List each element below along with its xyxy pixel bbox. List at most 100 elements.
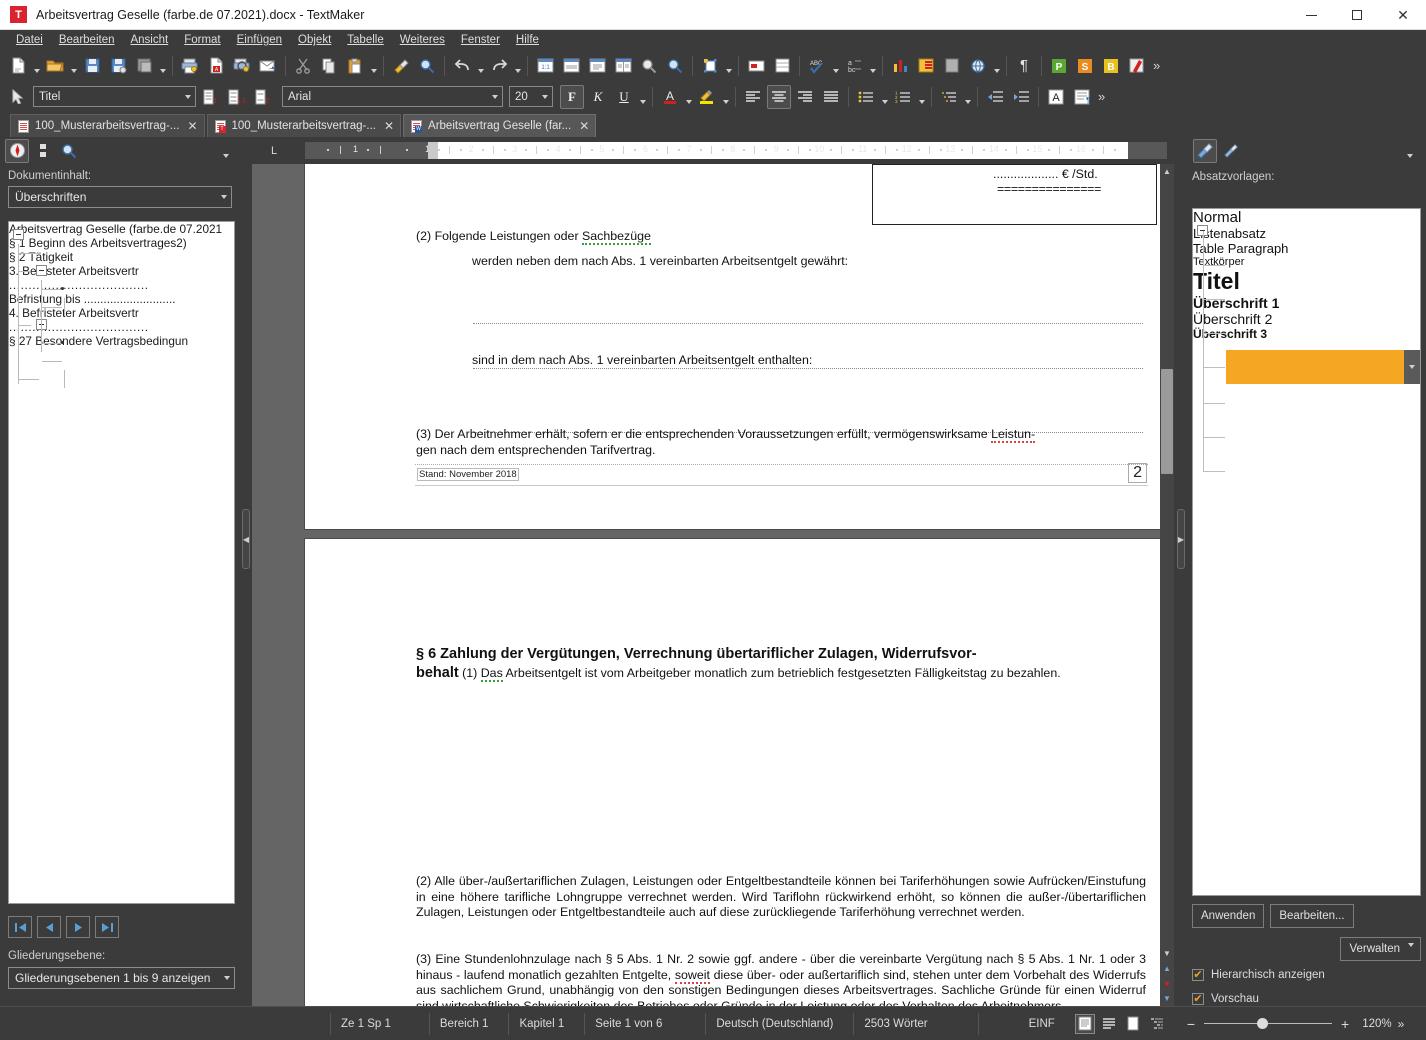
navigator-options-dropdown[interactable]: [220, 139, 231, 163]
view-mode-draft-button[interactable]: [1099, 1014, 1119, 1034]
zoom-whole-page-button[interactable]: [585, 54, 609, 78]
align-justify-button[interactable]: [819, 85, 843, 109]
insert-hyperlink-dropdown[interactable]: [991, 54, 1002, 78]
scroll-down-arrow-icon[interactable]: ▼: [1160, 946, 1174, 960]
zoom-two-pages-button[interactable]: [611, 54, 635, 78]
document-scroll-thumb[interactable]: [1161, 369, 1173, 474]
status-chapter[interactable]: Kapitel 1: [508, 1012, 574, 1035]
zoom-out-button[interactable]: −: [1187, 1016, 1195, 1032]
preview-checkbox[interactable]: ✔: [1192, 993, 1204, 1005]
thesaurus-button[interactable]: a bc: [842, 54, 866, 78]
go-previous-button[interactable]: [37, 916, 61, 938]
increase-indent-button[interactable]: [1009, 85, 1033, 109]
indent-marker-first-line[interactable]: [428, 142, 438, 159]
view-mode-normal-button[interactable]: [1074, 1013, 1095, 1034]
paragraph-styles-list[interactable]: Normal Listenabsatz Table Paragraph Textkör…: [1192, 208, 1421, 896]
italic-button[interactable]: K: [586, 85, 610, 109]
spellcheck-dropdown[interactable]: [830, 54, 841, 78]
go-first-button[interactable]: [8, 916, 32, 938]
zoom-slider-thumb[interactable]: [1257, 1018, 1269, 1029]
presentations-button[interactable]: P: [1047, 54, 1071, 78]
outline-level-combo[interactable]: Gliederungsebenen 1 bis 9 anzeigen: [8, 967, 235, 989]
zoom-100-button[interactable]: 1:1: [533, 54, 557, 78]
toolbar-overflow-button[interactable]: »: [1150, 58, 1163, 73]
character-format-button[interactable]: A: [1044, 85, 1068, 109]
paragraph-styles-tab-button[interactable]: [1193, 138, 1217, 163]
select-objects-button[interactable]: [6, 85, 30, 109]
redo-button[interactable]: [487, 54, 511, 78]
menu-format[interactable]: Format: [176, 32, 228, 48]
menu-ansicht[interactable]: Ansicht: [122, 32, 176, 48]
right-panel-splitter[interactable]: ▶: [1175, 164, 1187, 1006]
view-mode-page-button[interactable]: [1123, 1014, 1143, 1034]
outline-mode-dropdown-icon[interactable]: [221, 187, 227, 207]
print-preview-button[interactable]: [230, 54, 254, 78]
previous-page-icon[interactable]: ▲: [1160, 961, 1174, 975]
line-spacing-15-button[interactable]: 1.5: [225, 85, 249, 109]
document-tab-1[interactable]: 100_Musterarbeitsvertrag-... ✕: [10, 114, 205, 137]
print-button[interactable]: [178, 54, 202, 78]
highlight-color-button[interactable]: [695, 85, 719, 109]
document-structure-button[interactable]: [31, 139, 55, 163]
insert-hyperlink-button[interactable]: [966, 54, 990, 78]
paste-dropdown[interactable]: [368, 54, 379, 78]
close-button[interactable]: ✕: [1380, 0, 1426, 30]
save-all-button[interactable]: [132, 54, 156, 78]
formatting-marks-button[interactable]: ¶: [1012, 54, 1036, 78]
close-tab-2-icon[interactable]: ✕: [384, 119, 394, 133]
paragraph-style-dropdown-icon[interactable]: [180, 87, 195, 106]
scroll-up-arrow-icon[interactable]: ▲: [1160, 164, 1174, 178]
align-left-button[interactable]: [741, 85, 765, 109]
line-spacing-2-button[interactable]: 2: [251, 85, 275, 109]
menu-einfuegen[interactable]: Einfügen: [229, 32, 290, 48]
font-color-button[interactable]: A: [658, 85, 682, 109]
menu-objekt[interactable]: Objekt: [290, 32, 339, 48]
copy-button[interactable]: [317, 54, 341, 78]
underline-button[interactable]: U: [612, 85, 636, 109]
status-line-column[interactable]: Ze 1 Sp 1: [330, 1012, 401, 1035]
hierarchical-checkbox[interactable]: ✔: [1192, 969, 1204, 981]
cut-button[interactable]: [291, 54, 315, 78]
outline-level-dropdown-icon[interactable]: [224, 968, 230, 988]
insert-table-button[interactable]: [770, 54, 794, 78]
status-language[interactable]: Deutsch (Deutschland): [705, 1012, 843, 1035]
menu-bearbeiten[interactable]: Bearbeiten: [51, 32, 123, 48]
paste-button[interactable]: [343, 54, 367, 78]
underline-dropdown[interactable]: [637, 85, 648, 109]
manage-dropdown-icon[interactable]: [1408, 943, 1414, 959]
save-all-dropdown[interactable]: [157, 54, 168, 78]
thesaurus-dropdown[interactable]: [867, 54, 878, 78]
status-word-count[interactable]: 2503 Wörter: [853, 1012, 937, 1035]
menu-datei[interactable]: Datei: [8, 32, 51, 48]
right-panel-collapse-handle[interactable]: ▶: [1177, 509, 1185, 569]
insert-textframe-button[interactable]: [744, 54, 768, 78]
navigator-search-button[interactable]: [57, 139, 81, 163]
go-last-button[interactable]: [95, 916, 119, 938]
find-button[interactable]: [415, 54, 439, 78]
save-as-button[interactable]: [106, 54, 130, 78]
new-document-button[interactable]: [6, 54, 30, 78]
bold-button[interactable]: F: [560, 84, 584, 109]
open-folder-button[interactable]: [43, 54, 67, 78]
planmaker-button[interactable]: S: [1073, 54, 1097, 78]
bulleted-list-button[interactable]: [854, 85, 878, 109]
undo-button[interactable]: [450, 54, 474, 78]
navigator-compass-button[interactable]: [5, 138, 29, 163]
outline-mode-combo[interactable]: Überschriften: [8, 186, 232, 208]
align-right-button[interactable]: [793, 85, 817, 109]
next-page-icon[interactable]: ▼: [1160, 991, 1174, 1005]
align-center-button[interactable]: [767, 84, 791, 109]
manage-styles-button[interactable]: Verwalten: [1340, 937, 1421, 961]
paragraph-format-button[interactable]: ¶: [1070, 85, 1094, 109]
send-email-button[interactable]: [256, 54, 280, 78]
menu-hilfe[interactable]: Hilfe: [508, 32, 547, 48]
document-page-1[interactable]: ................... € /Std. ============…: [305, 164, 1161, 529]
document-canvas[interactable]: ................... € /Std. ============…: [252, 164, 1174, 1006]
bulleted-list-dropdown[interactable]: [879, 85, 890, 109]
document-tab-3[interactable]: W Arbeitsvertrag Geselle (far... ✕: [403, 114, 597, 137]
formatting-toolbar-overflow-button[interactable]: »: [1095, 89, 1108, 104]
character-styles-tab-button[interactable]: [1219, 139, 1243, 163]
preview-checkbox-row[interactable]: ✔ Vorschau: [1192, 993, 1259, 1005]
font-size-combo[interactable]: 20: [509, 86, 553, 107]
decrease-indent-button[interactable]: [983, 85, 1007, 109]
